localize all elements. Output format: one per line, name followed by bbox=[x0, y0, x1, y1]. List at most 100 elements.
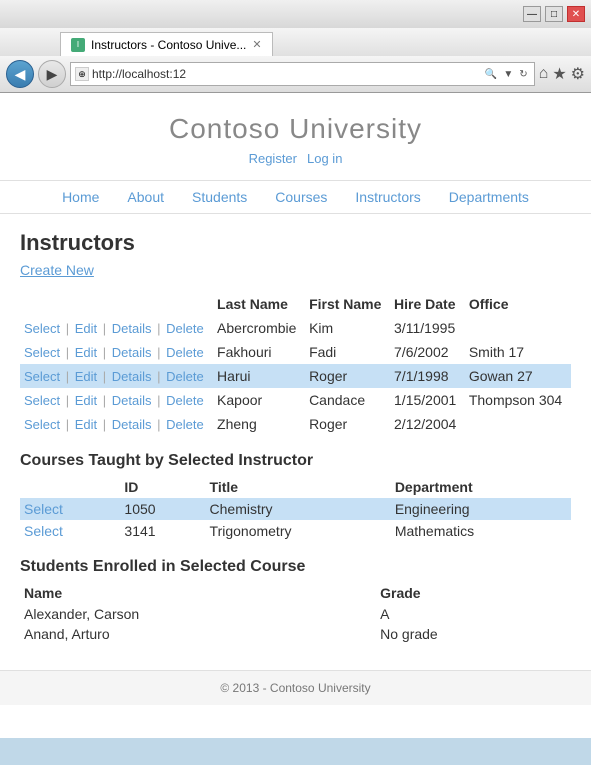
close-button[interactable]: ✕ bbox=[567, 6, 585, 22]
back-button[interactable]: ◀ bbox=[6, 60, 34, 88]
instructor-select-0[interactable]: Select bbox=[24, 321, 60, 336]
nav-home[interactable]: Home bbox=[62, 189, 99, 205]
header-office: Office bbox=[465, 292, 571, 316]
footer: © 2013 - Contoso University bbox=[0, 670, 591, 705]
instructor-first-name-0: Kim bbox=[305, 316, 390, 340]
course-select-1[interactable]: Select bbox=[24, 523, 63, 539]
register-link[interactable]: Register bbox=[249, 151, 297, 166]
instructor-office-0 bbox=[465, 316, 571, 340]
instructor-edit-3[interactable]: Edit bbox=[75, 393, 97, 408]
course-department-0: Engineering bbox=[391, 498, 571, 520]
instructor-office-4 bbox=[465, 412, 571, 436]
browser-chrome: — □ ✕ I Instructors - Contoso Unive... ✕… bbox=[0, 0, 591, 93]
instructor-edit-1[interactable]: Edit bbox=[75, 345, 97, 360]
instructor-edit-0[interactable]: Edit bbox=[75, 321, 97, 336]
forward-button[interactable]: ▶ bbox=[38, 60, 66, 88]
site-title: Contoso University bbox=[0, 113, 591, 145]
address-icon: ⊕ bbox=[75, 67, 89, 81]
refresh-icon[interactable]: ↻ bbox=[517, 69, 529, 80]
instructor-select-4[interactable]: Select bbox=[24, 417, 60, 432]
instructor-actions-0: Select | Edit | Details | Delete bbox=[20, 316, 213, 340]
instructor-hire-date-3: 1/15/2001 bbox=[390, 388, 465, 412]
browser-tools: ⌂ ★ ⚙ bbox=[539, 64, 585, 84]
instructor-select-1[interactable]: Select bbox=[24, 345, 60, 360]
instructor-last-name-3: Kapoor bbox=[213, 388, 305, 412]
student-row-0: Alexander, CarsonA bbox=[20, 604, 571, 624]
course-row-1: Select3141TrigonometryMathematics bbox=[20, 520, 571, 542]
tab-label: Instructors - Contoso Unive... bbox=[91, 38, 246, 52]
courses-table: ID Title Department Select 1050ChemistryE… bbox=[20, 476, 571, 542]
home-icon[interactable]: ⌂ bbox=[539, 65, 549, 83]
student-row-1: Anand, ArturoNo grade bbox=[20, 624, 571, 644]
students-table: Name Grade Alexander, CarsonAAnand, Artu… bbox=[20, 582, 571, 644]
courses-header-title: Title bbox=[206, 476, 391, 498]
page-heading: Instructors bbox=[20, 230, 571, 256]
create-new-link[interactable]: Create New bbox=[20, 262, 94, 278]
instructor-edit-2[interactable]: Edit bbox=[75, 369, 97, 384]
instructor-actions-1: Select | Edit | Details | Delete bbox=[20, 340, 213, 364]
course-id-0: 1050 bbox=[120, 498, 205, 520]
courses-header-dept: Department bbox=[391, 476, 571, 498]
instructor-delete-3[interactable]: Delete bbox=[166, 393, 204, 408]
instructor-hire-date-1: 7/6/2002 bbox=[390, 340, 465, 364]
page-wrapper: Contoso University Register Log in Home … bbox=[0, 93, 591, 738]
course-department-1: Mathematics bbox=[391, 520, 571, 542]
instructors-header-row: Last Name First Name Hire Date Office bbox=[20, 292, 571, 316]
header-last-name: Last Name bbox=[213, 292, 305, 316]
instructor-details-0[interactable]: Details bbox=[112, 321, 152, 336]
nav-students[interactable]: Students bbox=[192, 189, 247, 205]
instructor-delete-2[interactable]: Delete bbox=[166, 369, 204, 384]
courses-header-id: ID bbox=[120, 476, 205, 498]
settings-icon[interactable]: ⚙ bbox=[571, 64, 585, 84]
instructor-details-3[interactable]: Details bbox=[112, 393, 152, 408]
header-first-name: First Name bbox=[305, 292, 390, 316]
instructor-select-3[interactable]: Select bbox=[24, 393, 60, 408]
course-select-0[interactable]: Select bbox=[24, 501, 63, 517]
tab-close-button[interactable]: ✕ bbox=[252, 38, 261, 51]
instructor-row-2: Select | Edit | Details | DeleteHaruiRog… bbox=[20, 364, 571, 388]
instructor-office-1: Smith 17 bbox=[465, 340, 571, 364]
dropdown-icon[interactable]: ▼ bbox=[501, 69, 515, 80]
instructor-first-name-3: Candace bbox=[305, 388, 390, 412]
instructor-row-3: Select | Edit | Details | DeleteKapoorCa… bbox=[20, 388, 571, 412]
instructor-hire-date-0: 3/11/1995 bbox=[390, 316, 465, 340]
instructor-row-0: Select | Edit | Details | DeleteAbercrom… bbox=[20, 316, 571, 340]
instructor-last-name-0: Abercrombie bbox=[213, 316, 305, 340]
instructor-details-1[interactable]: Details bbox=[112, 345, 152, 360]
minimize-button[interactable]: — bbox=[523, 6, 541, 22]
search-icon[interactable]: 🔍 bbox=[483, 69, 499, 80]
student-name-0: Alexander, Carson bbox=[20, 604, 376, 624]
instructor-office-2: Gowan 27 bbox=[465, 364, 571, 388]
browser-tab[interactable]: I Instructors - Contoso Unive... ✕ bbox=[60, 32, 273, 56]
instructor-hire-date-2: 7/1/1998 bbox=[390, 364, 465, 388]
instructor-edit-4[interactable]: Edit bbox=[75, 417, 97, 432]
nav-bar: ◀ ▶ ⊕ http://localhost:12 🔍 ▼ ↻ ⌂ ★ ⚙ bbox=[0, 56, 591, 92]
instructor-delete-4[interactable]: Delete bbox=[166, 417, 204, 432]
nav-courses[interactable]: Courses bbox=[275, 189, 327, 205]
student-grade-0: A bbox=[376, 604, 571, 624]
address-bar[interactable]: ⊕ http://localhost:12 🔍 ▼ ↻ bbox=[70, 62, 535, 86]
tab-favicon: I bbox=[71, 38, 85, 52]
header-hire-date: Hire Date bbox=[390, 292, 465, 316]
instructor-delete-1[interactable]: Delete bbox=[166, 345, 204, 360]
instructor-actions-4: Select | Edit | Details | Delete bbox=[20, 412, 213, 436]
maximize-button[interactable]: □ bbox=[545, 6, 563, 22]
instructor-office-3: Thompson 304 bbox=[465, 388, 571, 412]
login-link[interactable]: Log in bbox=[307, 151, 342, 166]
instructor-delete-0[interactable]: Delete bbox=[166, 321, 204, 336]
footer-text: © 2013 - Contoso University bbox=[220, 681, 370, 695]
nav-departments[interactable]: Departments bbox=[449, 189, 529, 205]
favorites-icon[interactable]: ★ bbox=[552, 64, 566, 84]
instructor-details-2[interactable]: Details bbox=[112, 369, 152, 384]
auth-links: Register Log in bbox=[0, 151, 591, 166]
course-title-0: Chemistry bbox=[206, 498, 391, 520]
course-id-1: 3141 bbox=[120, 520, 205, 542]
title-bar: — □ ✕ bbox=[0, 0, 591, 28]
instructor-details-4[interactable]: Details bbox=[112, 417, 152, 432]
nav-instructors[interactable]: Instructors bbox=[355, 189, 420, 205]
instructor-select-2[interactable]: Select bbox=[24, 369, 60, 384]
courses-header-row: ID Title Department bbox=[20, 476, 571, 498]
students-section: Students Enrolled in Selected Course Nam… bbox=[20, 558, 571, 644]
nav-about[interactable]: About bbox=[127, 189, 164, 205]
header-actions bbox=[20, 292, 213, 316]
